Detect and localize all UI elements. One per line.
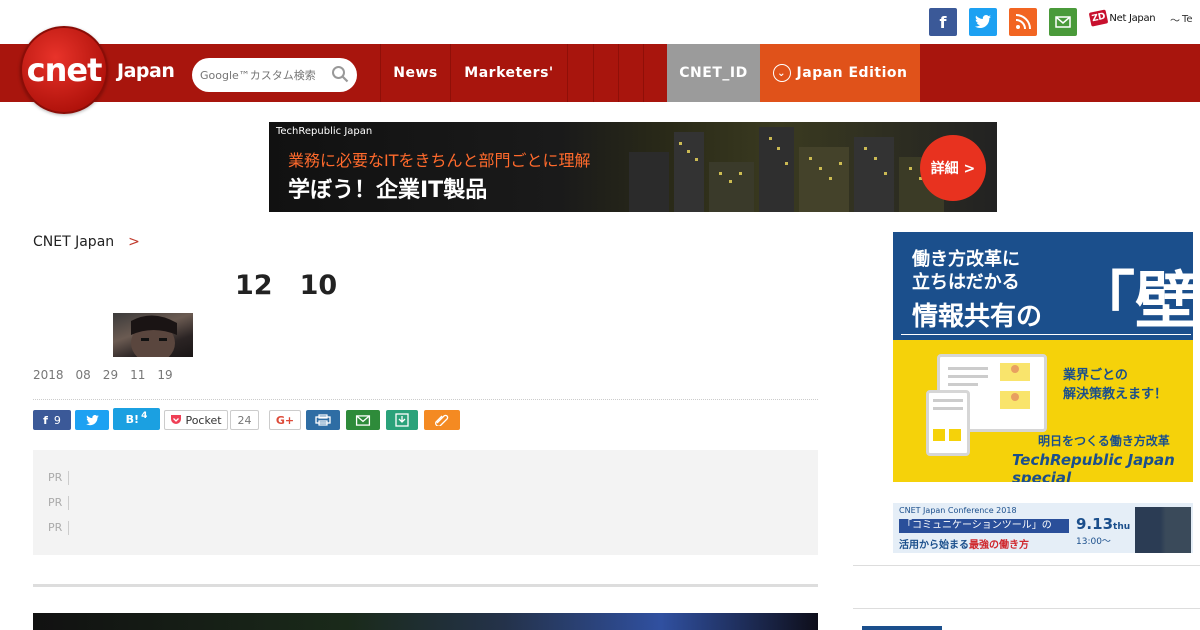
download-icon [395,413,409,427]
techrepublic-label: Te [1182,14,1193,25]
ad2-speakers-image [1135,507,1191,553]
divider [33,399,818,400]
banner-ad[interactable]: TechRepublic Japan 業務に必要なITをきちんと部門ごとに理解 … [269,122,997,212]
ad2-event-name: CNET Japan Conference 2018 [899,506,1017,515]
ad1-line1: 働き方改革に [912,249,1020,270]
twitter-share-button[interactable] [75,410,109,430]
techrepublic-link[interactable]: 〜 Te [1170,12,1193,27]
breadcrumb-home[interactable]: CNET Japan [33,234,114,250]
print-icon [315,414,331,426]
print-button[interactable] [306,410,340,430]
article-meta: 2018 08 29 11 19 [33,366,185,383]
sidebar-ad-conference[interactable]: CNET Japan Conference 2018 「コミュニケーションツール… [893,503,1193,553]
breadcrumb-separator: > [128,234,140,250]
top-strip: f ZD Net Japan 〜 Te [0,0,1200,44]
cnet-logo[interactable]: cnet [20,26,108,114]
nav-japan-edition[interactable]: ⌄ Japan Edition [760,44,920,102]
pr-box: PR PR PR [33,450,818,555]
search-icon[interactable] [331,65,349,83]
cnet-logo-text: cnet [26,51,103,89]
pr-item[interactable]: PR [48,490,803,515]
pr-tag: PR [48,470,70,485]
rss-icon[interactable] [1009,8,1037,36]
nav-marketers[interactable]: Marketers' [450,44,567,102]
ad1-callout: 業界ごとの 解決策教えます！ [1063,366,1167,404]
sidebar-section-header [853,565,1200,609]
ad2-subhead: 活用から始まる最強の働き方 [899,536,1029,551]
save-button[interactable] [386,410,418,430]
mail-icon[interactable] [1049,8,1077,36]
pocket-button[interactable]: Pocket [164,410,228,430]
banner-source: TechRepublic Japan [276,126,373,137]
ad1-divider [901,334,1191,335]
twitter-icon [85,414,99,425]
nav-item-6[interactable] [643,44,667,102]
clip-button[interactable] [424,410,460,430]
paperclip-icon [435,414,449,426]
facebook-share-button[interactable]: f 9 [33,410,71,430]
ad1-brand: TechRepublic Japan special [1012,451,1175,482]
ad2-time: 13:00〜 [1076,537,1111,547]
banner-headline: 学ぼう！企業IT製品 [288,178,488,203]
nav-news[interactable]: News [380,44,450,102]
facebook-icon: f [43,413,48,427]
logo-japan-label: Japan [117,60,175,82]
ad1-callout-line1: 業界ごとの [1063,368,1128,383]
banner-subhead: 業務に必要なITをきちんと部門ごとに理解 [288,151,591,170]
ad2-subhead-a: 活用から始まる [899,540,969,551]
pocket-label: Pocket [185,413,222,427]
zdnet-label: Net Japan [1109,12,1156,24]
hatena-count: 4 [141,411,148,421]
ad2-dow: thu [1113,522,1131,532]
pr-tag: PR [48,495,70,510]
sidebar-ad-workstyle[interactable]: 働き方改革に 立ちはだかる 情報共有の 「壁」 業界ごとの 解決策教えます！ 明… [893,232,1193,482]
ad1-callout-line2: 解決策教えます！ [1063,387,1168,402]
facebook-icon[interactable]: f [929,8,957,36]
email-share-button[interactable] [346,410,380,430]
nav-item-3[interactable] [567,44,593,102]
pr-item[interactable]: PR [48,515,803,540]
ad2-date-value: 9.13 [1076,515,1114,533]
hatena-bookmark-button[interactable]: B! 4 [113,408,160,430]
section-divider [33,584,818,587]
facebook-share-count: 9 [53,413,61,427]
techrepublic-icon: 〜 [1170,16,1180,27]
breadcrumb: CNET Japan > [33,234,154,250]
google-plus-button[interactable]: G+ [269,410,301,430]
edition-label: Japan Edition [796,65,908,81]
zdnet-logo: ZD [1088,9,1109,27]
banner-details-button[interactable]: 詳細 > [920,135,986,201]
nav-item-4[interactable] [593,44,618,102]
ad1-tagline: 明日をつくる働き方改革 [1038,434,1170,448]
article-title: 12 10 [208,270,338,301]
zdnet-japan-link[interactable]: ZD Net Japan [1088,9,1156,27]
ad1-wall: 「壁」 [1073,264,1193,337]
pocket-icon [171,415,182,424]
search-input[interactable] [200,68,330,82]
mail-icon [355,414,371,426]
nav-cnet-id[interactable]: CNET_ID [667,44,760,102]
tablet-illustration [926,390,970,456]
article-date: 2018 08 29 11 19 [33,368,185,382]
article-thumbnail [113,313,193,357]
nav-item-5[interactable] [618,44,643,102]
chevron-down-icon: ⌄ [772,64,791,82]
pr-tag: PR [48,520,70,535]
article-hero-image [33,613,818,630]
ad1-line2: 立ちはだかる [912,272,1020,293]
ad2-headline: 「コミュニケーションツール」の [899,519,1069,533]
twitter-icon[interactable] [969,8,997,36]
ad1-line3: 情報共有の [912,302,1043,332]
search-box [192,58,357,92]
ad2-date: 9.13thu [1076,515,1130,533]
pr-item[interactable]: PR [48,465,803,490]
pocket-count: 24 [230,410,259,430]
ad2-subhead-b: 最強の働き方 [969,540,1029,551]
ad1-headline: 働き方改革に 立ちはだかる [912,248,1020,294]
hatena-icon: B! [125,412,140,426]
sidebar-thumbnail[interactable] [862,626,942,630]
